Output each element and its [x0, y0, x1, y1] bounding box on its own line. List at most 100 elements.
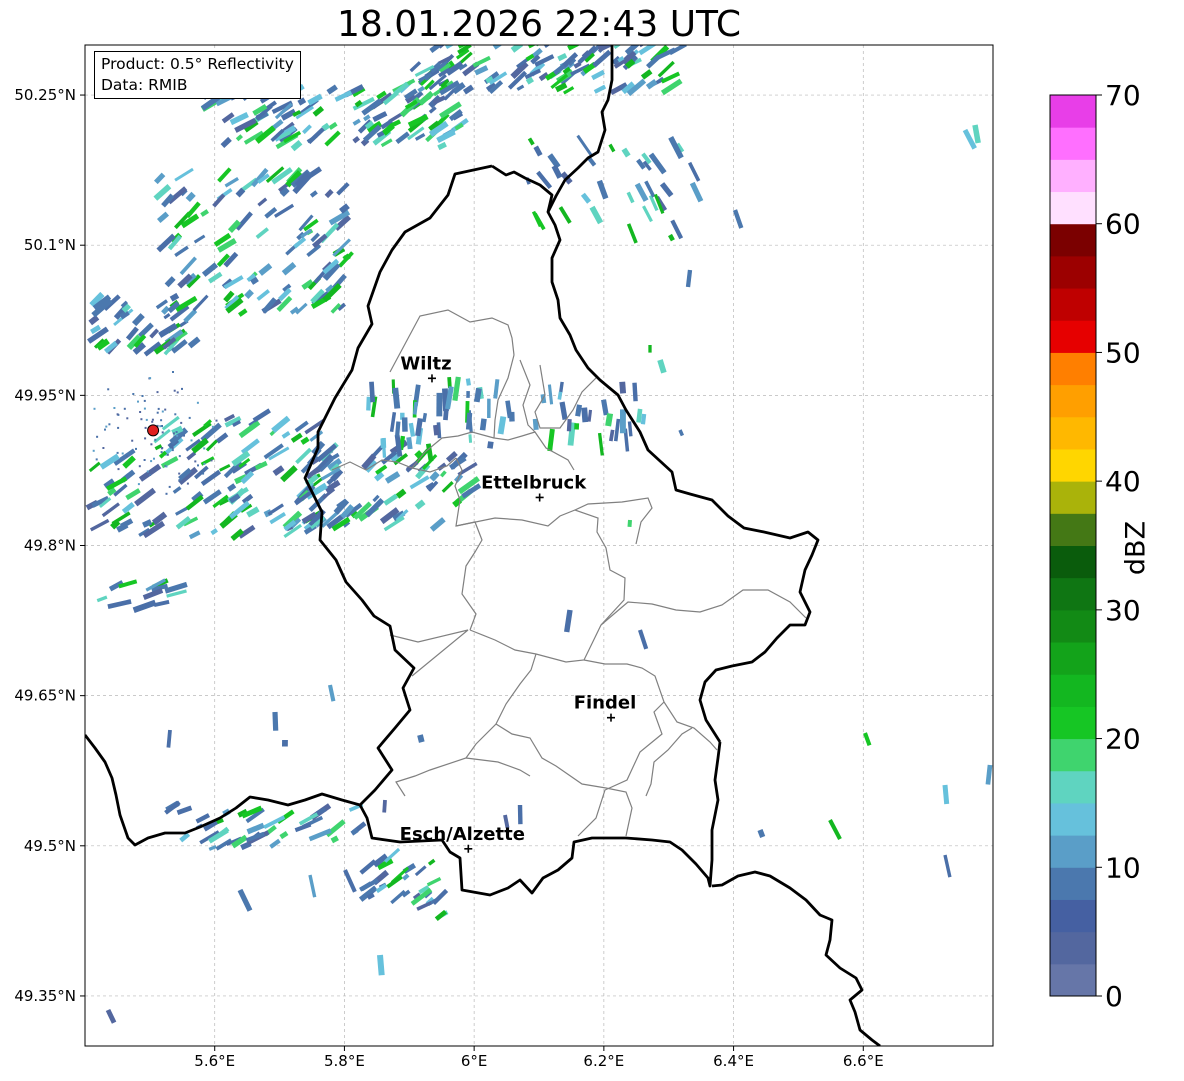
echo-streak — [516, 84, 525, 91]
echo-streak — [279, 186, 290, 197]
echo-streak — [179, 832, 191, 843]
city-label: Ettelbruck — [481, 472, 587, 493]
echo-streak — [210, 528, 218, 536]
lat-tick-label: 50.1°N — [24, 236, 76, 254]
echo-speckle — [140, 418, 143, 421]
radar-map: 50.25°N 50.1°N 49.95°N 49.8°N 49.65°N 49.5°N 4… — [14, 44, 1141, 1070]
echo-speckle — [211, 425, 214, 428]
echo-streak — [641, 152, 652, 165]
echo-streak — [269, 511, 287, 525]
echo-streak — [687, 161, 701, 182]
colorbar-swatch — [1050, 159, 1096, 193]
echo-streak — [306, 243, 322, 258]
echo-streak — [660, 78, 683, 96]
echo-speckle — [171, 449, 174, 452]
echo-speckle — [156, 391, 159, 394]
echo-streak — [160, 456, 179, 469]
colorbar-swatch — [1050, 352, 1096, 386]
echo-streak — [183, 308, 198, 323]
echo-streak — [217, 167, 232, 183]
echo-streak — [416, 901, 432, 911]
echo-streak — [119, 518, 134, 529]
echo-speckle — [178, 472, 181, 475]
echo-streak — [219, 463, 231, 472]
echo-streak — [414, 132, 426, 141]
colorbar-tick-label: 10 — [1105, 851, 1141, 884]
echo-streak — [237, 888, 253, 912]
echo-streak — [525, 53, 535, 62]
echo-streak — [573, 61, 582, 69]
colorbar-tick-label: 20 — [1105, 723, 1141, 756]
echo-streak — [300, 436, 310, 445]
echo-speckle — [149, 377, 152, 380]
echo-streak — [142, 588, 164, 601]
echo-streak — [533, 145, 543, 157]
echo-streak — [640, 69, 653, 80]
echo-speckle — [93, 407, 96, 410]
echo-streak — [689, 181, 704, 203]
echo-streak — [390, 119, 402, 128]
echo-speckle — [143, 407, 146, 410]
echo-speckle — [172, 371, 174, 373]
echo-streak — [307, 93, 323, 106]
echo-speckle — [145, 418, 148, 421]
echo-speckle — [116, 451, 119, 454]
echo-streak — [985, 764, 993, 785]
echo-streak — [142, 519, 153, 528]
city-marker — [535, 493, 544, 502]
echo-streak — [125, 488, 141, 501]
echo-speckle — [132, 393, 135, 395]
echo-streak — [608, 429, 615, 442]
colorbar-swatch — [1050, 513, 1096, 546]
echo-streak — [281, 431, 291, 439]
echo-streak — [366, 892, 375, 900]
echo-streak — [962, 128, 977, 150]
echo-speckle — [95, 458, 98, 461]
colorbar-swatch — [1050, 127, 1096, 160]
echo-streak — [240, 438, 260, 455]
echo-streak — [200, 209, 209, 217]
echo-streak — [264, 206, 278, 219]
echo-streak — [559, 401, 568, 420]
echo-streak — [547, 384, 554, 405]
echo-streak — [473, 387, 482, 403]
echo-streak — [608, 143, 616, 153]
echo-streak — [429, 517, 446, 532]
echo-streak — [436, 129, 456, 144]
echo-streak — [244, 289, 254, 300]
echo-streak — [408, 422, 416, 437]
echo-streak — [107, 599, 132, 609]
echo-streak — [551, 164, 563, 179]
echo-streak — [657, 60, 675, 78]
echo-streak — [465, 378, 471, 386]
echo-streak — [437, 45, 445, 49]
echo-streak — [441, 481, 454, 493]
echo-streak — [374, 471, 385, 482]
colorbar-swatch — [1050, 931, 1096, 965]
echo-speckle — [178, 479, 181, 482]
echo-streak — [580, 192, 592, 204]
echo-speckle — [168, 485, 171, 488]
echo-speckle — [135, 447, 137, 450]
echo-streak — [272, 711, 279, 731]
echo-streak — [431, 888, 449, 905]
colorbar-swatch — [1050, 867, 1096, 900]
echo-streak — [166, 729, 172, 748]
echo-streak — [302, 124, 312, 135]
echo-streak — [240, 470, 255, 485]
echo-speckle — [161, 410, 164, 413]
echo-streak — [169, 292, 180, 302]
echo-streak — [626, 191, 635, 204]
echo-streak — [638, 45, 657, 56]
echo-streak — [88, 461, 101, 473]
echo-streak — [587, 156, 597, 167]
echo-streak — [757, 829, 766, 838]
echo-speckle — [181, 387, 183, 390]
echo-streak — [138, 322, 154, 339]
colorbar-swatch — [1050, 191, 1096, 225]
echo-streak — [547, 153, 561, 169]
echo-streak — [639, 45, 645, 48]
echo-speckle — [144, 437, 147, 440]
echo-streak — [414, 865, 427, 877]
echo-streak — [581, 407, 589, 423]
